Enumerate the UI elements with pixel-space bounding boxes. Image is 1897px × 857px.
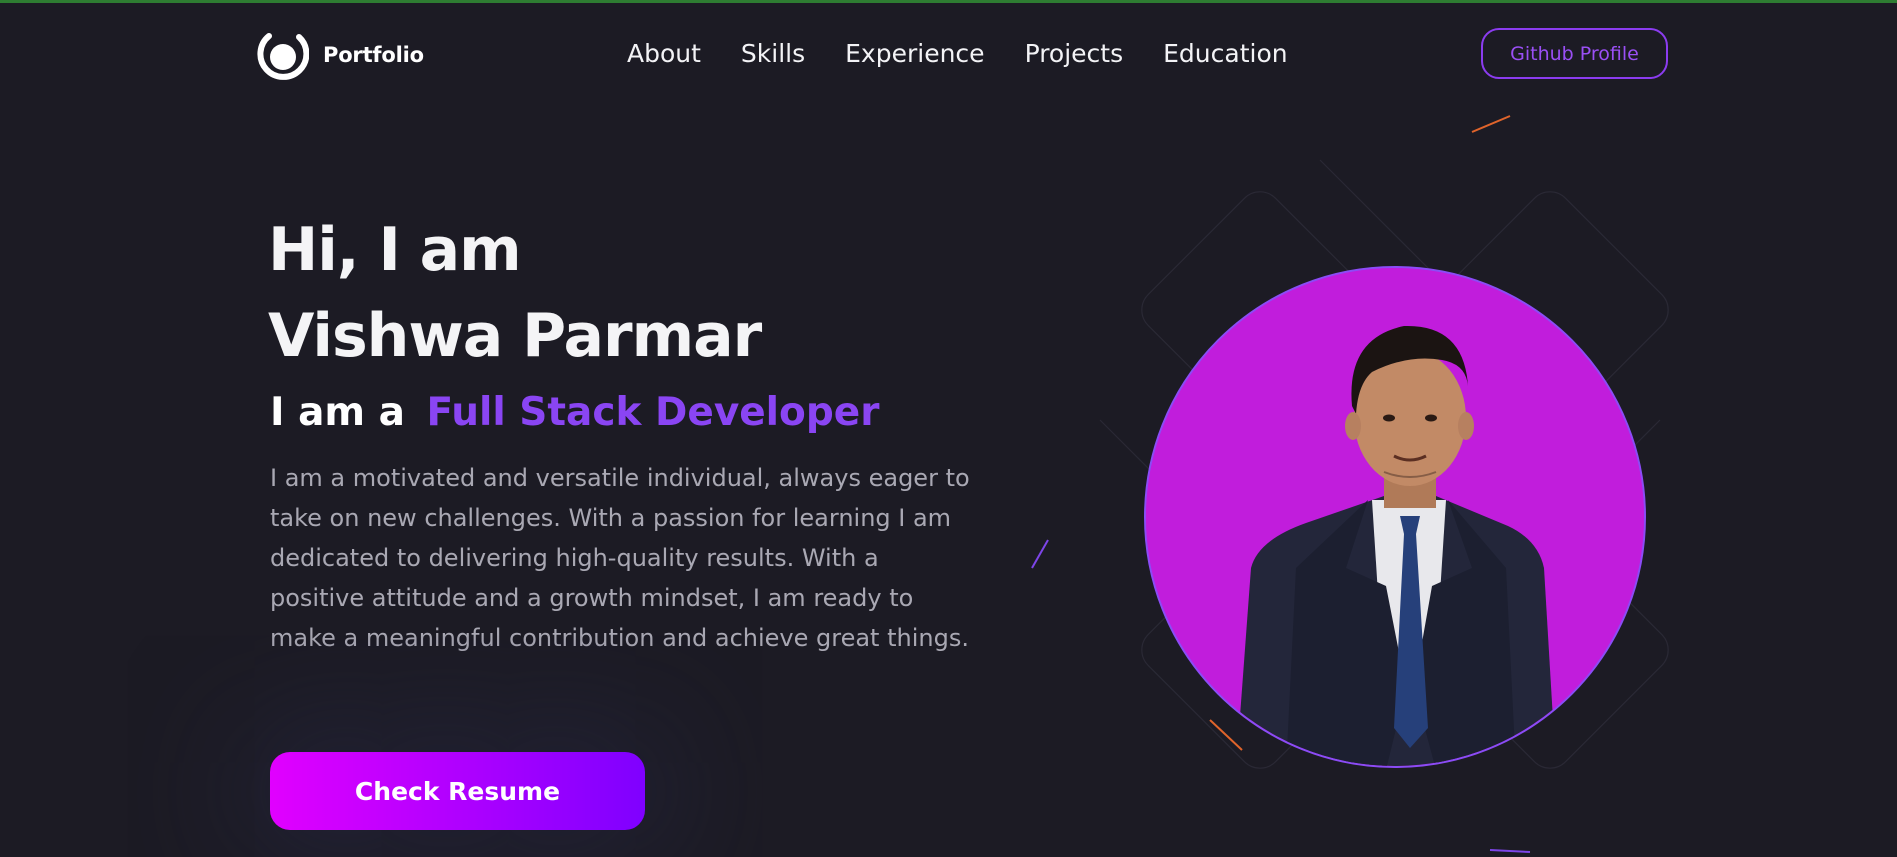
nav-link-education[interactable]: Education	[1163, 39, 1287, 68]
role-title: Full Stack Developer	[426, 390, 880, 435]
nav-links: About Skills Experience Projects Educati…	[627, 39, 1288, 68]
hero-heading: Hi, I am Vishwa Parmar	[268, 207, 762, 379]
profile-photo	[1144, 266, 1646, 768]
check-resume-button[interactable]: Check Resume	[270, 752, 645, 830]
brand-name: Portfolio	[323, 43, 424, 67]
nav-link-skills[interactable]: Skills	[741, 39, 805, 68]
hero-bio: I am a motivated and versatile individua…	[270, 464, 970, 652]
nav-link-projects[interactable]: Projects	[1025, 39, 1124, 68]
navbar: Portfolio About Skills Experience Projec…	[0, 3, 1897, 103]
hero-greeting: Hi, I am	[268, 215, 522, 285]
hero-name: Vishwa Parmar	[268, 301, 762, 371]
nav-link-experience[interactable]: Experience	[845, 39, 984, 68]
role-prefix: I am a	[270, 390, 405, 435]
role-line: I am a Full Stack Developer	[270, 390, 879, 435]
portfolio-logo-icon	[257, 33, 309, 80]
nav-link-about[interactable]: About	[627, 39, 701, 68]
github-profile-button[interactable]: Github Profile	[1481, 28, 1668, 79]
brand[interactable]: Portfolio	[255, 27, 424, 83]
person-portrait	[1146, 268, 1644, 766]
